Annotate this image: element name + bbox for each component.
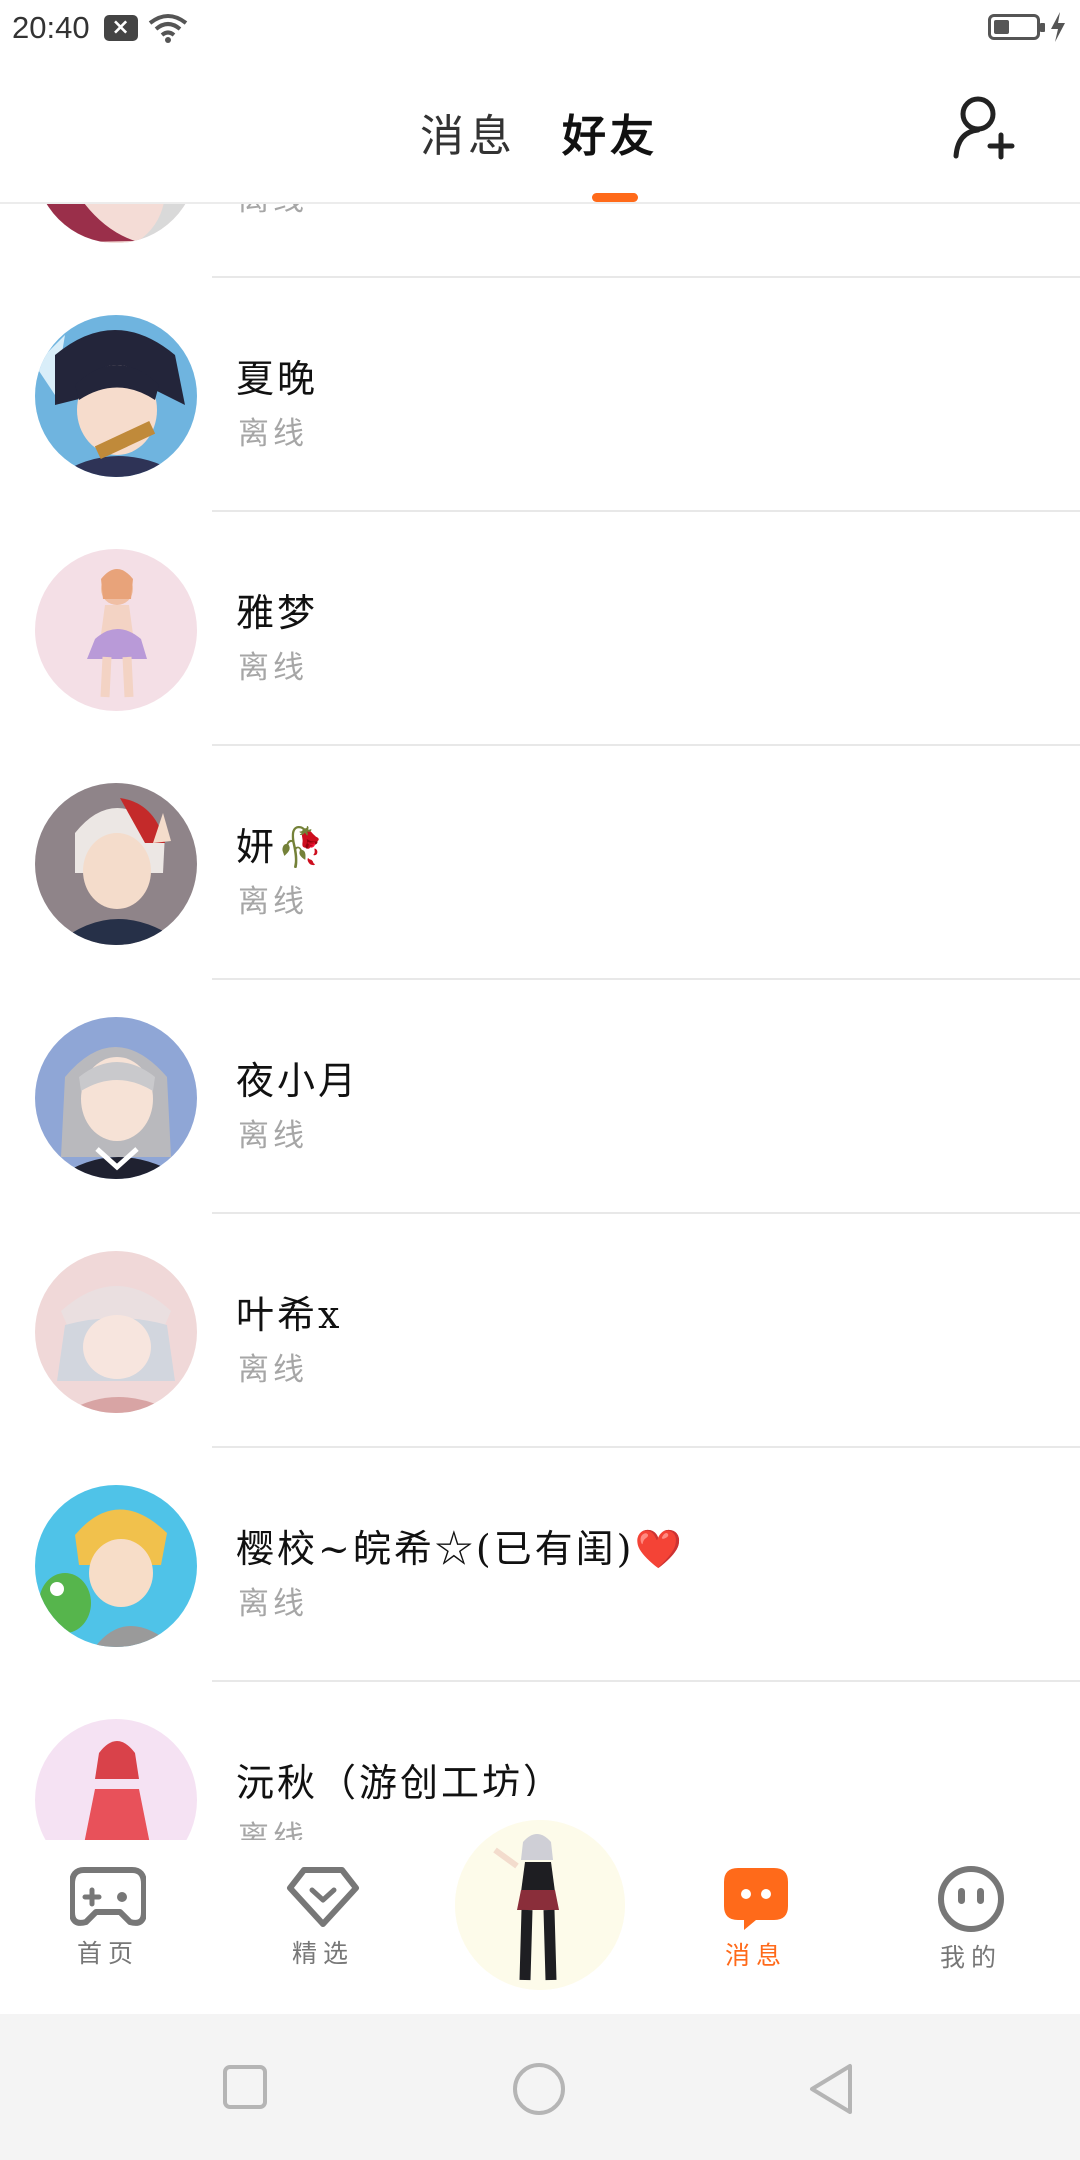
nav-messages[interactable]: 消息 <box>681 1866 831 1972</box>
friend-status: 离线 <box>238 884 308 920</box>
avatar <box>35 1485 197 1647</box>
nav-profile-label: 我的 <box>939 1943 1002 1972</box>
bolt-icon <box>1051 12 1065 42</box>
avatar <box>35 783 197 945</box>
gamepad-icon <box>70 1867 146 1926</box>
nav-home[interactable]: 首页 <box>33 1866 183 1970</box>
friend-name: 夏晚 <box>236 357 319 401</box>
avatar <box>35 204 197 243</box>
status-time: 20:40 <box>12 10 90 45</box>
friend-status: 离线 <box>238 650 308 686</box>
list-item[interactable]: 樱校~皖希☆(已有闺)❤️ 离线 <box>0 1448 1080 1682</box>
friend-name: 樱校~皖希☆(已有闺)❤️ <box>236 1527 685 1571</box>
avatar <box>35 549 197 711</box>
heart-badge-icon <box>287 1867 359 1927</box>
tab-messages[interactable]: 消息 <box>420 100 516 164</box>
friend-name: 雅梦 <box>236 591 319 635</box>
tab-friends[interactable]: 好友 <box>562 100 658 164</box>
nav-messages-label: 消息 <box>724 1941 787 1970</box>
list-item[interactable]: 妍🥀 离线 <box>0 746 1080 980</box>
friend-status: 离线 <box>238 1118 308 1154</box>
nav-profile[interactable]: 我的 <box>896 1866 1046 1974</box>
friend-status: 离线 <box>238 1820 308 1840</box>
friend-status: 离线 <box>238 204 308 219</box>
nav-home-label: 首页 <box>76 1939 139 1968</box>
triangle-back-icon[interactable] <box>808 2062 856 2116</box>
system-nav-bar <box>0 2014 1080 2160</box>
battery-low-icon <box>988 14 1045 40</box>
wifi-icon <box>148 14 187 43</box>
friend-status: 离线 <box>238 416 308 452</box>
nav-featured[interactable]: 精选 <box>248 1866 398 1970</box>
header: 消息 好友 <box>0 56 1080 204</box>
friend-status: 离线 <box>238 1352 308 1388</box>
list-item[interactable]: 雅梦 离线 <box>0 512 1080 746</box>
chat-bubble-icon <box>724 1868 788 1930</box>
list-item[interactable]: 夏晚 离线 <box>0 278 1080 512</box>
close-box-icon: × <box>103 15 138 41</box>
list-item[interactable]: 夜小月 离线 <box>0 980 1080 1214</box>
active-tab-indicator <box>592 193 638 202</box>
avatar <box>35 315 197 477</box>
circle-icon[interactable] <box>512 2062 566 2116</box>
status-bar: 20:40 × <box>0 0 1080 56</box>
list-item[interactable]: 离线 <box>0 204 1080 278</box>
friend-name: 妍🥀 <box>236 825 328 869</box>
add-user-icon[interactable] <box>950 94 1016 160</box>
character-avatar[interactable] <box>455 1820 625 1990</box>
avatar <box>35 1719 197 1840</box>
friend-name: 叶希x <box>236 1293 343 1337</box>
list-item[interactable]: 叶希x 离线 <box>0 1214 1080 1448</box>
square-icon[interactable] <box>222 2064 268 2110</box>
nav-featured-label: 精选 <box>291 1939 354 1968</box>
avatar <box>35 1251 197 1413</box>
avatar <box>35 1017 197 1179</box>
face-icon <box>938 1866 1004 1932</box>
friend-status: 离线 <box>238 1586 308 1622</box>
friends-list: 离线 夏晚 离线 <box>0 204 1080 1840</box>
friend-name: 夜小月 <box>236 1059 360 1103</box>
